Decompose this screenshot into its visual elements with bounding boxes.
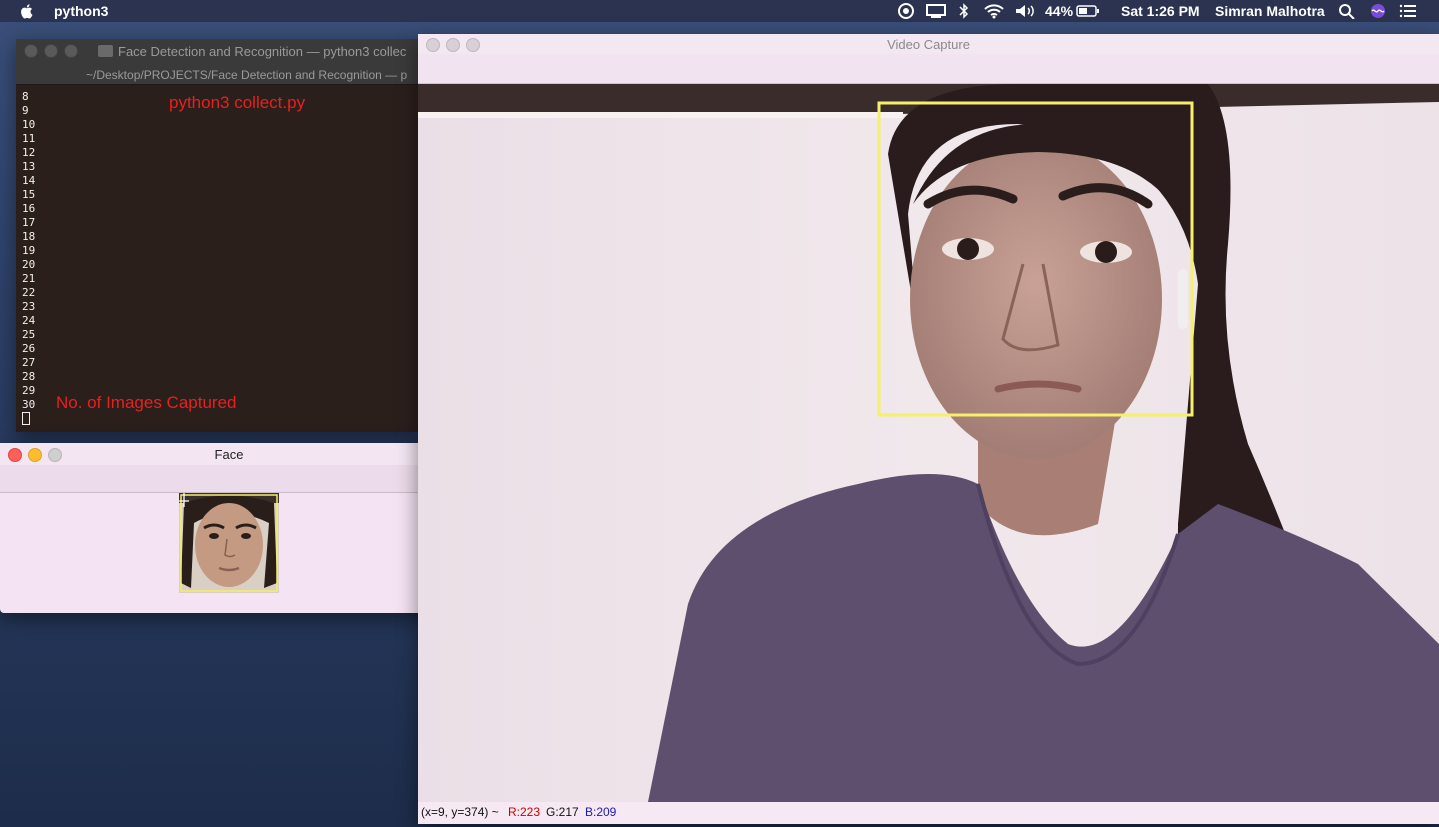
- terminal-output-line: 8: [22, 90, 29, 103]
- folder-icon: [98, 45, 113, 57]
- terminal-output-line: 23: [22, 300, 36, 313]
- status-blue-value: B:209: [585, 805, 617, 819]
- siri-icon[interactable]: [1369, 3, 1387, 19]
- video-window-title: Video Capture: [887, 37, 970, 52]
- face-toolbar: [0, 465, 458, 493]
- terminal-output-line: 10: [22, 118, 36, 131]
- creative-cloud-icon[interactable]: [897, 3, 915, 19]
- close-button[interactable]: [24, 44, 38, 58]
- face-window[interactable]: Face: [0, 443, 458, 613]
- terminal-output-line: 21: [22, 272, 36, 285]
- apple-icon[interactable]: [18, 2, 36, 20]
- active-app-name[interactable]: python3: [54, 3, 108, 19]
- webcam-image: [418, 84, 1439, 802]
- spotlight-search-icon[interactable]: [1338, 3, 1356, 19]
- terminal-output-line: 20: [22, 258, 36, 271]
- face-crop-image: [179, 493, 279, 593]
- bluetooth-icon[interactable]: [958, 3, 970, 19]
- terminal-output-line: 26: [22, 342, 36, 355]
- terminal-output-line: 9: [22, 104, 29, 117]
- display-icon[interactable]: [925, 3, 947, 19]
- terminal-output-line: 22: [22, 286, 36, 299]
- terminal-output-line: 13: [22, 160, 36, 173]
- menu-bar: python3 44% Sat 1:26 PM Simran Malhotra: [0, 0, 1439, 22]
- annotation-images-captured: No. of Images Captured: [56, 393, 237, 412]
- menubar-clock[interactable]: Sat 1:26 PM: [1121, 3, 1200, 19]
- minimize-button[interactable]: [44, 44, 58, 58]
- zoom-button[interactable]: [64, 44, 78, 58]
- webcam-frame[interactable]: [418, 84, 1439, 802]
- pixel-info-status-bar: (x=9, y=374) ~ R:223 G:217 B:209: [418, 802, 1439, 824]
- terminal-output[interactable]: 30 29 28 27 26 25 24 23 22 21 20 19 18 17 16 15 14 13 12 11…: [16, 85, 418, 432]
- terminal-path: ~/Desktop/PROJECTS/Face Detection and Re…: [86, 68, 408, 82]
- terminal-output-line: 12: [22, 146, 36, 159]
- terminal-output-line: 11: [22, 132, 36, 145]
- face-titlebar[interactable]: Face: [0, 443, 458, 465]
- terminal-titlebar[interactable]: Face Detection and Recognition — python3…: [16, 39, 418, 85]
- video-titlebar[interactable]: Video Capture: [418, 34, 1439, 54]
- terminal-output-line: 30: [22, 398, 36, 411]
- status-red-value: R:223: [508, 805, 541, 819]
- terminal-output-line: 28: [22, 370, 36, 383]
- terminal-output-line: 19: [22, 244, 36, 257]
- terminal-output-line: 14: [22, 174, 36, 187]
- battery-percent[interactable]: 44%: [1045, 3, 1073, 19]
- terminal-output-line: 24: [22, 314, 36, 327]
- status-green-value: G:217: [546, 805, 579, 819]
- terminal-output-line: 15: [22, 188, 36, 201]
- menubar-user[interactable]: Simran Malhotra: [1215, 3, 1325, 19]
- terminal-title: Face Detection and Recognition — python3…: [118, 44, 407, 59]
- volume-icon[interactable]: [1014, 3, 1036, 19]
- video-toolbar: [418, 54, 1439, 84]
- terminal-output-line: 16: [22, 202, 36, 215]
- battery-icon[interactable]: [1076, 3, 1100, 19]
- wifi-icon[interactable]: [984, 3, 1004, 19]
- terminal-output-line: 29: [22, 384, 36, 397]
- annotation-command: python3 collect.py: [169, 93, 306, 112]
- face-window-title: Face: [214, 447, 244, 462]
- video-capture-window[interactable]: Video Capture (x=9, y=374) ~ R:223 G:217…: [418, 34, 1439, 824]
- status-coords: (x=9, y=374) ~: [421, 805, 499, 819]
- terminal-output-line: 25: [22, 328, 36, 341]
- terminal-output-line: 17: [22, 216, 36, 229]
- notification-center-icon[interactable]: [1399, 3, 1417, 19]
- terminal-output-line: 27: [22, 356, 36, 369]
- terminal-output-line: 18: [22, 230, 36, 243]
- terminal-window[interactable]: Face Detection and Recognition — python3…: [16, 39, 418, 432]
- terminal-cursor: [22, 412, 30, 425]
